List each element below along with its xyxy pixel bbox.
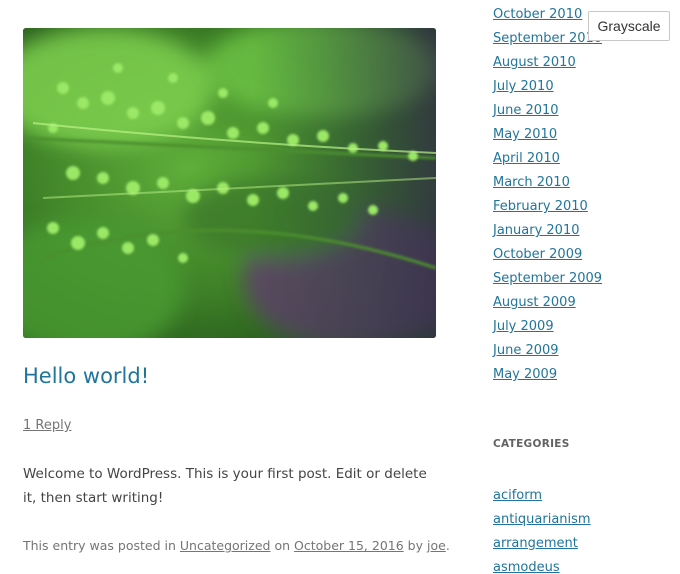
list-item: April 2010 bbox=[493, 149, 602, 173]
list-item: September 2009 bbox=[493, 269, 602, 293]
archive-link[interactable]: October 2009 bbox=[493, 247, 582, 262]
category-link[interactable]: Uncategorized bbox=[180, 538, 271, 553]
archive-link[interactable]: September 2009 bbox=[493, 271, 602, 286]
archive-link[interactable]: August 2009 bbox=[493, 295, 576, 310]
post-title-link[interactable]: Hello world! bbox=[23, 364, 149, 388]
list-item: June 2010 bbox=[493, 101, 602, 125]
list-item: October 2009 bbox=[493, 245, 602, 269]
archive-link[interactable]: August 2010 bbox=[493, 55, 576, 70]
post-date-link[interactable]: October 15, 2016 bbox=[294, 538, 404, 553]
fern-photo bbox=[23, 28, 436, 338]
archive-link[interactable]: February 2010 bbox=[493, 199, 588, 214]
list-item: asmodeus bbox=[493, 558, 591, 574]
archive-link[interactable]: March 2010 bbox=[493, 175, 570, 190]
archive-link[interactable]: September 2010 bbox=[493, 31, 602, 46]
list-item: July 2009 bbox=[493, 317, 602, 341]
meta-on: on bbox=[274, 538, 291, 553]
list-item: May 2009 bbox=[493, 365, 602, 389]
category-item-link[interactable]: arrangement bbox=[493, 536, 578, 551]
meta-suffix: . bbox=[445, 538, 450, 553]
archive-link[interactable]: June 2009 bbox=[493, 343, 559, 358]
meta-prefix: This entry was posted in bbox=[23, 538, 176, 553]
list-item: May 2010 bbox=[493, 125, 602, 149]
archive-link[interactable]: July 2009 bbox=[493, 319, 554, 334]
list-item: October 2010 bbox=[493, 5, 602, 29]
grayscale-toggle-button[interactable]: Grayscale bbox=[588, 11, 670, 41]
post-content: Welcome to WordPress. This is your first… bbox=[23, 466, 427, 506]
archive-link[interactable]: June 2010 bbox=[493, 103, 559, 118]
post-featured-image bbox=[23, 28, 436, 338]
reply-link[interactable]: 1 Reply bbox=[23, 418, 71, 433]
list-item: January 2010 bbox=[493, 221, 602, 245]
category-item-link[interactable]: aciform bbox=[493, 488, 542, 503]
list-item: September 2010 bbox=[493, 29, 602, 53]
archive-link[interactable]: October 2010 bbox=[493, 7, 582, 22]
category-item-link[interactable]: antiquarianism bbox=[493, 512, 591, 527]
meta-by: by bbox=[407, 538, 424, 553]
archive-link[interactable]: July 2010 bbox=[493, 79, 554, 94]
author-link[interactable]: joe bbox=[427, 538, 446, 553]
list-item: March 2010 bbox=[493, 173, 602, 197]
archive-list: October 2010 September 2010 August 2010 … bbox=[493, 5, 602, 389]
list-item: July 2010 bbox=[493, 77, 602, 101]
list-item: arrangement bbox=[493, 534, 591, 558]
categories-widget-title: CATEGORIES bbox=[493, 438, 570, 450]
list-item: August 2009 bbox=[493, 293, 602, 317]
post-meta: This entry was posted in Uncategorized o… bbox=[23, 538, 450, 553]
list-item: August 2010 bbox=[493, 53, 602, 77]
archive-link[interactable]: April 2010 bbox=[493, 151, 560, 166]
category-item-link[interactable]: asmodeus bbox=[493, 560, 560, 574]
category-list: aciform antiquarianism arrangement asmod… bbox=[493, 486, 591, 574]
archive-link[interactable]: January 2010 bbox=[493, 223, 580, 238]
archive-link[interactable]: May 2010 bbox=[493, 127, 557, 142]
list-item: February 2010 bbox=[493, 197, 602, 221]
list-item: June 2009 bbox=[493, 341, 602, 365]
archive-link[interactable]: May 2009 bbox=[493, 367, 557, 382]
list-item: aciform bbox=[493, 486, 591, 510]
list-item: antiquarianism bbox=[493, 510, 591, 534]
